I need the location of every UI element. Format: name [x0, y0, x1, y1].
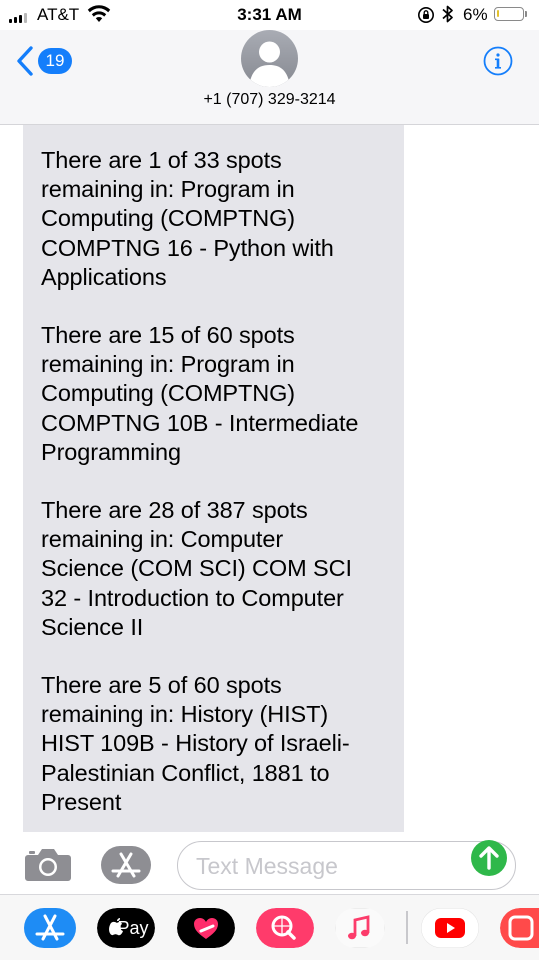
message-thread[interactable]: There are 1 of 33 spots remaining in: Pr…	[0, 125, 539, 832]
battery-tip	[525, 11, 527, 17]
app-store-button[interactable]	[101, 846, 151, 884]
app-store-app-icon[interactable]	[24, 908, 76, 948]
app-drawer-divider	[406, 911, 408, 944]
back-button[interactable]: 19	[16, 45, 72, 77]
back-chevron-icon	[17, 46, 33, 76]
message-bubble[interactable]: There are 1 of 33 spots remaining in: Pr…	[23, 125, 404, 832]
images-search-app-icon[interactable]	[256, 908, 314, 948]
apple-pay-label: Pay	[117, 917, 149, 938]
music-app-icon[interactable]	[335, 908, 385, 948]
camera-icon[interactable]	[24, 846, 72, 882]
contact-number[interactable]: +1 (707) 329-3214	[0, 91, 539, 109]
digital-touch-app-icon[interactable]	[177, 908, 235, 948]
battery-percent: 6%	[463, 5, 488, 24]
message-input[interactable]: Text Message	[177, 841, 516, 890]
info-icon[interactable]	[483, 46, 513, 76]
apple-pay-app-icon[interactable]: Pay	[97, 908, 155, 948]
compose-bar: Text Message	[0, 832, 539, 894]
conversation-header: 19 +1 (707) 329-3214	[0, 30, 539, 125]
avatar-icon	[249, 41, 290, 87]
unread-count-badge: 19	[38, 48, 72, 74]
battery-level-fill	[497, 10, 499, 17]
partial-app-icon[interactable]	[500, 908, 539, 948]
app-drawer: Pay	[0, 894, 539, 960]
youtube-app-icon[interactable]	[421, 908, 479, 948]
message-text: There are 1 of 33 spots remaining in: Pr…	[41, 147, 334, 290]
message-text: There are 15 of 60 spots remaining in: P…	[41, 322, 359, 465]
message-input-placeholder: Text Message	[196, 853, 338, 879]
messages-screen: AT&T 3:31 AM 6% 19 +1 (707) 329-3214 The…	[0, 0, 539, 960]
message-text: There are 5 of 60 spots remaining in: Hi…	[41, 672, 350, 815]
clock: 3:31 AM	[237, 5, 302, 24]
contact-avatar[interactable]	[241, 30, 298, 87]
message-text: There are 28 of 387 spots remaining in: …	[41, 497, 352, 640]
battery-icon	[494, 7, 524, 21]
rotation-lock-icon	[418, 7, 434, 23]
status-bar: AT&T 3:31 AM 6%	[0, 0, 539, 30]
send-arrow-icon[interactable]	[470, 839, 508, 877]
app-store-icon	[111, 852, 141, 878]
bluetooth-icon	[442, 5, 453, 23]
